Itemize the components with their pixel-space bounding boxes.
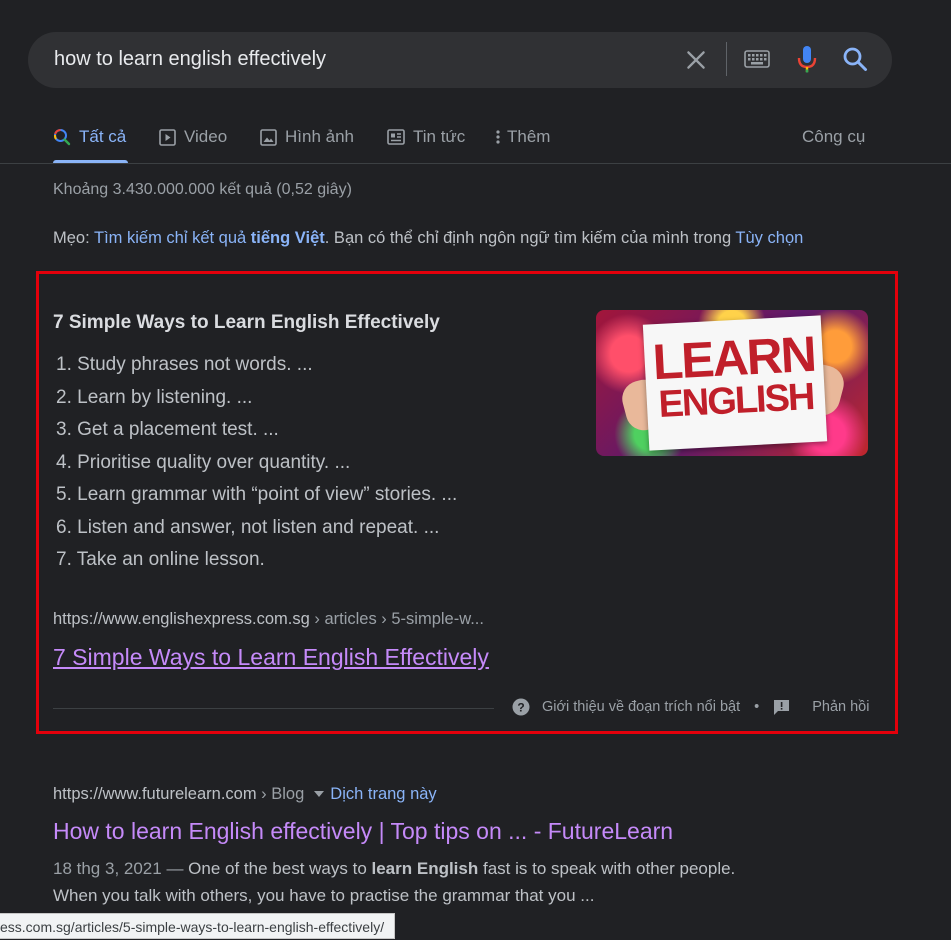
- list-item: 5. Learn grammar with “point of view” st…: [56, 484, 458, 505]
- tab-label: Thêm: [507, 127, 551, 146]
- list-item: 6. Listen and answer, not listen and rep…: [56, 516, 440, 538]
- snippet-footer: ? Giới thiệu về đoạn trích nổi bật • Phả…: [512, 698, 869, 716]
- tab-video[interactable]: Video: [159, 126, 227, 148]
- list-item: 3. Get a placement test. ...: [56, 419, 279, 440]
- snippet-thumbnail[interactable]: LEARN ENGLISH: [596, 310, 868, 456]
- footer-separator: •: [754, 699, 760, 715]
- snippet-text: fast is to speak with other people.: [478, 859, 736, 878]
- close-icon[interactable]: [683, 47, 709, 73]
- search-divider: [726, 42, 727, 76]
- learn-english-sign: LEARN ENGLISH: [642, 315, 828, 451]
- image-icon: [260, 128, 277, 146]
- list-item: 7. Take an online lesson.: [56, 549, 265, 570]
- help-icon[interactable]: ?: [512, 698, 530, 716]
- snippet-bold-text: learn English: [371, 859, 479, 878]
- list-item: 1. Study phrases not words. ...: [56, 354, 313, 375]
- result-url[interactable]: https://www.futurelearn.com › Blog Dịch t…: [53, 785, 437, 804]
- snippet-heading: 7 Simple Ways to Learn English Effective…: [53, 312, 440, 333]
- tab-label: Tin tức: [413, 127, 466, 146]
- microphone-icon[interactable]: [796, 45, 818, 75]
- tab-more[interactable]: Thêm: [495, 126, 550, 148]
- tip-prefix: Mẹo:: [53, 229, 90, 247]
- tools-label: Công cụ: [802, 127, 866, 146]
- result-snippet: 18 thg 3, 2021 — One of the best ways to…: [53, 855, 735, 909]
- result-title-link[interactable]: How to learn English effectively | Top t…: [53, 818, 673, 845]
- feedback-link[interactable]: Phản hồi: [812, 699, 869, 715]
- tab-news[interactable]: Tin tức: [387, 126, 465, 148]
- about-snippet-link[interactable]: Giới thiệu về đoạn trích nổi bật: [542, 699, 740, 715]
- sign-line-2: ENGLISH: [657, 375, 815, 427]
- tab-label: Video: [184, 127, 228, 146]
- snippet-text: When you talk with others, you have to p…: [53, 886, 595, 905]
- result-domain: https://www.futurelearn.com: [53, 785, 257, 803]
- chevron-down-icon[interactable]: [314, 790, 325, 797]
- snippet-text: One of the best ways to: [188, 859, 372, 878]
- snippet-domain: https://www.englishexpress.com.sg: [53, 610, 310, 628]
- tip-language-link[interactable]: Tìm kiếm chỉ kết quả tiếng Việt: [94, 229, 325, 247]
- snippet-result-link[interactable]: 7 Simple Ways to Learn English Effective…: [53, 644, 489, 671]
- list-item: 4. Prioritise quality over quantity. ...: [56, 451, 351, 473]
- result-date: 18 thg 3, 2021: [53, 859, 162, 878]
- tab-label: Hình ảnh: [285, 127, 354, 146]
- play-icon: [159, 128, 176, 146]
- language-tip: Mẹo: Tìm kiếm chỉ kết quả tiếng Việt. Bạ…: [53, 229, 803, 248]
- snippet-source-url[interactable]: https://www.englishexpress.com.sg › arti…: [53, 610, 484, 629]
- news-icon: [387, 129, 405, 145]
- tools-button[interactable]: Công cụ: [802, 126, 865, 148]
- tip-link-bold: tiếng Việt: [250, 229, 325, 247]
- tip-middle: . Bạn có thể chỉ định ngôn ngữ tìm kiếm …: [324, 229, 732, 247]
- tip-link-text: Tìm kiếm chỉ kết quả: [93, 229, 247, 247]
- list-item: 2. Learn by listening. ...: [56, 386, 253, 408]
- keyboard-icon[interactable]: [744, 50, 770, 68]
- svg-text:?: ?: [517, 701, 524, 715]
- feedback-icon[interactable]: [773, 699, 790, 716]
- translate-page-link[interactable]: Dịch trang này: [330, 785, 436, 803]
- status-bar-url: ess.com.sg/articles/5-simple-ways-to-lea…: [0, 913, 396, 939]
- snippet-steps-list: 1. Study phrases not words. ... 2. Learn…: [56, 354, 457, 582]
- date-dash: —: [161, 859, 189, 878]
- tab-label: Tất cả: [79, 127, 127, 146]
- search-multicolor-icon: [54, 128, 71, 146]
- tab-all[interactable]: Tất cả: [53, 126, 126, 148]
- search-icon[interactable]: [842, 46, 868, 72]
- tab-images[interactable]: Hình ảnh: [260, 126, 354, 148]
- tabs-divider: [0, 163, 951, 164]
- result-breadcrumb: › Blog: [256, 785, 305, 803]
- snippet-footer-divider: [53, 708, 494, 709]
- tip-options-link[interactable]: Tùy chọn: [735, 229, 803, 247]
- snippet-breadcrumb: › articles › 5-simple-w...: [309, 610, 484, 628]
- search-input[interactable]: how to learn english effectively: [54, 48, 326, 71]
- result-stats: Khoảng 3.430.000.000 kết quả (0,52 giây): [53, 181, 352, 198]
- more-vert-icon: [496, 130, 500, 144]
